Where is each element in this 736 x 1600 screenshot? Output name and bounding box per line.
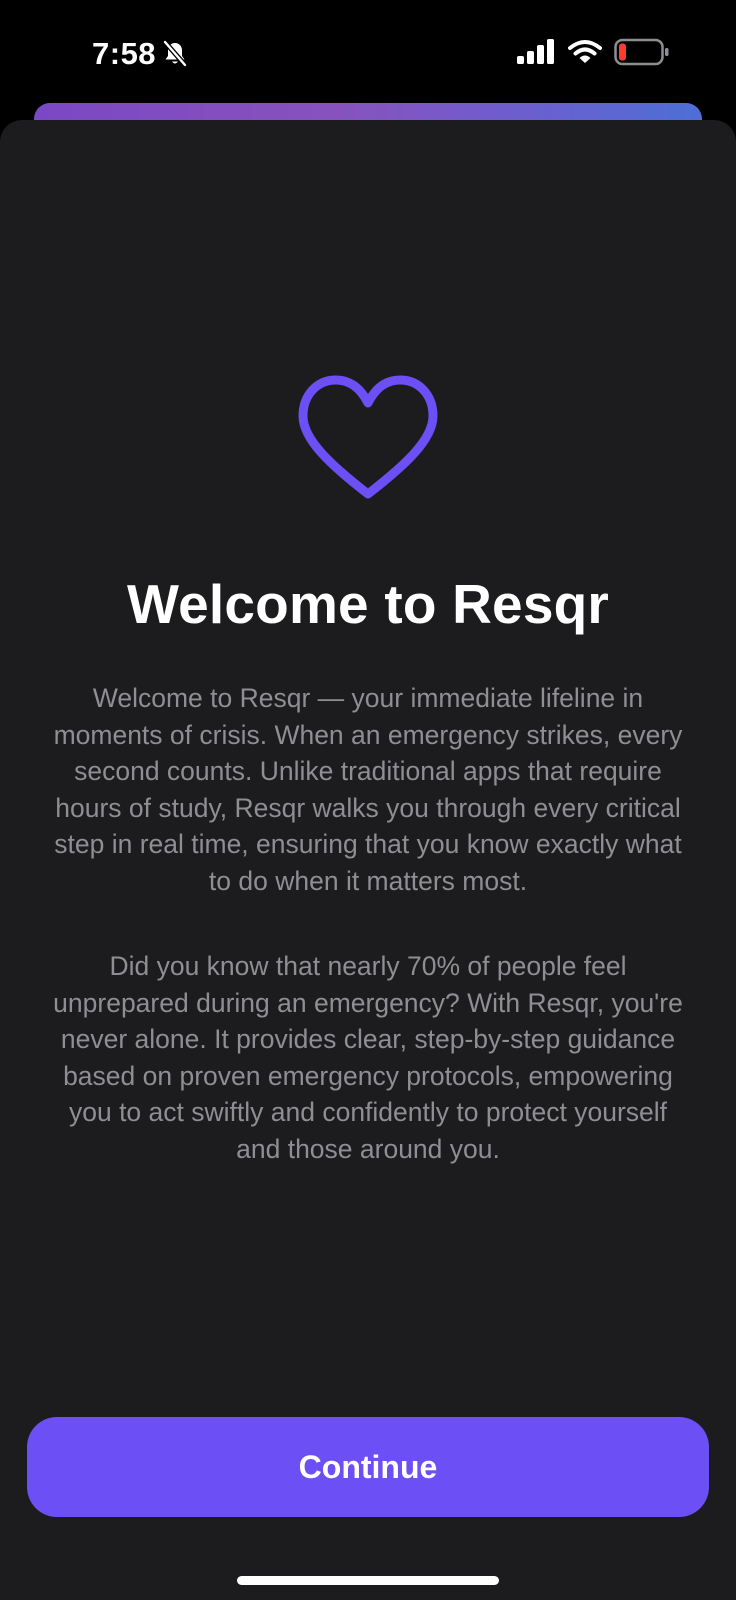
home-indicator[interactable]: [237, 1576, 499, 1585]
continue-button[interactable]: Continue: [27, 1417, 709, 1517]
status-right-icons: [516, 38, 670, 66]
heart-icon: [298, 375, 438, 499]
signal-icon: [517, 39, 554, 64]
status-bar: 7:58: [0, 0, 736, 100]
status-time-group: 7:58: [92, 34, 188, 74]
bell-slash-icon: [162, 40, 188, 68]
status-time: 7:58: [92, 36, 157, 71]
battery-icon: [614, 38, 669, 66]
page-title: Welcome to Resqr: [126, 573, 610, 635]
stats-paragraph: Did you know that nearly 70% of people f…: [53, 951, 683, 1164]
wifi-icon: [568, 40, 602, 63]
intro-paragraph: Welcome to Resqr — your immediate lifeli…: [53, 683, 683, 896]
